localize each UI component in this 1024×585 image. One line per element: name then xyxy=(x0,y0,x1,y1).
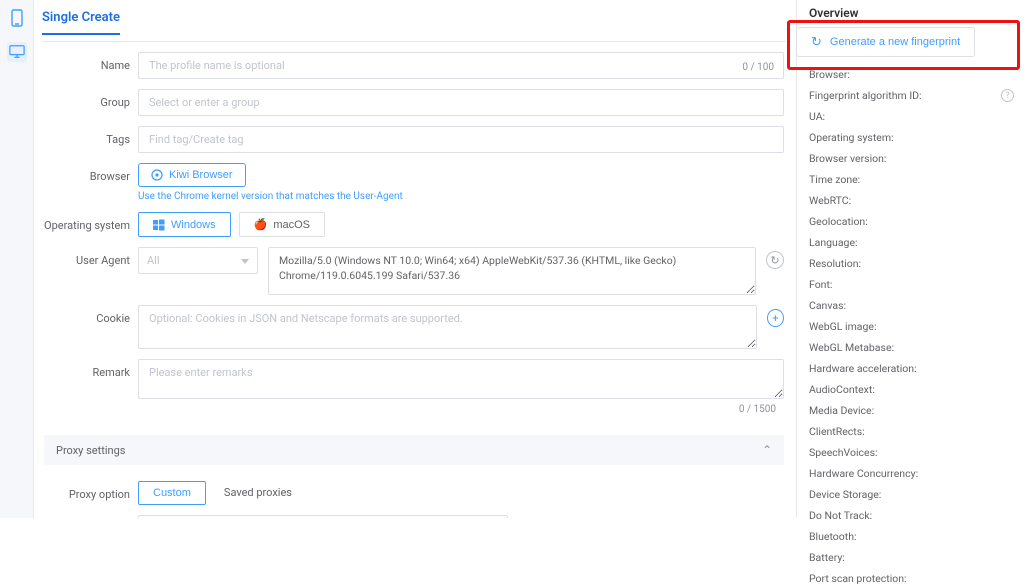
os-macos-button[interactable]: 🍎 macOS xyxy=(239,212,325,237)
chevron-down-icon xyxy=(237,254,249,267)
windows-label: Windows xyxy=(171,219,216,231)
overview-item: SpeechVoices: xyxy=(809,446,1014,459)
help-icon[interactable]: ? xyxy=(1001,89,1014,102)
overview-item: Port scan protection: xyxy=(809,572,1014,585)
label-remark: Remark xyxy=(44,359,130,379)
label-name: Name xyxy=(44,52,130,72)
overview-item: WebGL image: xyxy=(809,320,1014,333)
proxy-custom-button[interactable]: Custom xyxy=(138,481,206,505)
overview-item: Resolution: xyxy=(809,257,1014,270)
overview-item-label: AudioContext: xyxy=(809,383,875,396)
tags-input[interactable] xyxy=(138,126,784,153)
overview-item-label: SpeechVoices: xyxy=(809,446,878,459)
overview-item-label: Hardware Concurrency: xyxy=(809,467,918,480)
highlight-box: ↻ Generate a new fingerprint xyxy=(787,20,1020,70)
overview-item-label: Time zone: xyxy=(809,173,860,186)
overview-item-label: Battery: xyxy=(809,551,845,564)
overview-item: Operating system: xyxy=(809,131,1014,144)
name-input[interactable] xyxy=(138,52,784,79)
overview-item-label: ClientRects: xyxy=(809,425,865,438)
name-counter: 0 / 100 xyxy=(742,62,774,73)
os-windows-button[interactable]: Windows xyxy=(138,212,231,237)
proxy-section-title: Proxy settings xyxy=(56,444,125,457)
proxy-section-header[interactable]: Proxy settings ⌃ xyxy=(44,435,784,465)
remark-counter: 0 / 1500 xyxy=(138,402,784,415)
overview-title: Overview xyxy=(809,6,1014,20)
overview-item-label: Font: xyxy=(809,278,832,291)
page-title: Single Create xyxy=(42,0,120,35)
overview-item: AudioContext: xyxy=(809,383,1014,396)
overview-item-label: Geolocation: xyxy=(809,215,868,228)
overview-item-label: WebGL image: xyxy=(809,320,877,333)
overview-item-label: Operating system: xyxy=(809,131,894,144)
remark-textarea[interactable] xyxy=(138,359,784,399)
generate-label: Generate a new fingerprint xyxy=(830,36,960,48)
overview-item: Canvas: xyxy=(809,299,1014,312)
overview-item: WebRTC: xyxy=(809,194,1014,207)
overview-item: UA: xyxy=(809,110,1014,123)
monitor-icon[interactable] xyxy=(7,42,27,62)
ua-version-select[interactable]: All xyxy=(138,247,258,274)
browser-icon xyxy=(151,169,163,181)
left-rail xyxy=(0,0,34,518)
proxy-saved-button[interactable]: Saved proxies xyxy=(214,481,302,505)
overview-item-label: WebRTC: xyxy=(809,194,851,207)
overview-item-label: Hardware acceleration: xyxy=(809,362,917,375)
proxy-custom-label: Custom xyxy=(153,487,191,499)
label-group: Group xyxy=(44,89,130,109)
overview-item-label: UA: xyxy=(809,110,825,123)
refresh-ua-icon[interactable]: ↻ xyxy=(766,251,784,269)
group-input[interactable] xyxy=(138,89,784,116)
overview-item-label: Language: xyxy=(809,236,858,249)
overview-item: Geolocation: xyxy=(809,215,1014,228)
overview-item-label: Bluetooth: xyxy=(809,530,857,543)
overview-item-label: Device Storage: xyxy=(809,488,881,501)
overview-item: Browser version: xyxy=(809,152,1014,165)
overview-item: Font: xyxy=(809,278,1014,291)
browser-hint: Use the Chrome kernel version that match… xyxy=(138,191,784,202)
overview-item: Time zone: xyxy=(809,173,1014,186)
label-proxy-option: Proxy option xyxy=(44,481,130,501)
overview-item: Bluetooth: xyxy=(809,530,1014,543)
overview-item: Hardware Concurrency: xyxy=(809,467,1014,480)
overview-item-label: Media Device: xyxy=(809,404,874,417)
add-cookie-icon[interactable]: + xyxy=(767,309,784,327)
overview-item-label: Port scan protection: xyxy=(809,572,907,585)
overview-item: WebGL Metabase: xyxy=(809,341,1014,354)
chevron-up-icon: ⌃ xyxy=(762,443,772,457)
kiwi-label: Kiwi Browser xyxy=(169,169,233,181)
generate-fingerprint-button[interactable]: ↻ Generate a new fingerprint xyxy=(796,27,975,57)
refresh-icon: ↻ xyxy=(811,34,822,50)
overview-item: Language: xyxy=(809,236,1014,249)
overview-item-label: Canvas: xyxy=(809,299,846,312)
overview-item: Hardware acceleration: xyxy=(809,362,1014,375)
overview-list: Browser:Fingerprint algorithm ID:?UA:Ope… xyxy=(809,68,1014,585)
main-form: Single Create Name 0 / 100 Group Tags xyxy=(34,0,796,518)
overview-item-label: Do Not Track: xyxy=(809,509,872,522)
label-tags: Tags xyxy=(44,126,130,146)
macos-label: macOS xyxy=(273,219,310,231)
label-ua: User Agent xyxy=(44,247,130,267)
overview-item: Fingerprint algorithm ID:? xyxy=(809,89,1014,102)
overview-item-label: Resolution: xyxy=(809,257,861,270)
ua-textarea[interactable] xyxy=(268,247,756,295)
label-os: Operating system xyxy=(44,212,130,232)
overview-item: Battery: xyxy=(809,551,1014,564)
overview-item-label: WebGL Metabase: xyxy=(809,341,894,354)
windows-icon xyxy=(153,219,165,231)
overview-item: ClientRects: xyxy=(809,425,1014,438)
kiwi-browser-button[interactable]: Kiwi Browser xyxy=(138,163,246,187)
label-cookie: Cookie xyxy=(44,305,130,325)
overview-item-label: Browser version: xyxy=(809,152,886,165)
overview-panel: Overview ↻ Generate a new fingerprint Br… xyxy=(796,0,1024,518)
overview-item: Do Not Track: xyxy=(809,509,1014,522)
label-browser: Browser xyxy=(44,163,130,183)
overview-item: Device Storage: xyxy=(809,488,1014,501)
cookie-textarea[interactable] xyxy=(138,305,757,349)
apple-icon: 🍎 xyxy=(254,218,268,231)
overview-item: Media Device: xyxy=(809,404,1014,417)
ua-select-value: All xyxy=(147,254,160,267)
mobile-icon[interactable] xyxy=(7,8,27,28)
overview-item-label: Fingerprint algorithm ID: xyxy=(809,89,922,102)
